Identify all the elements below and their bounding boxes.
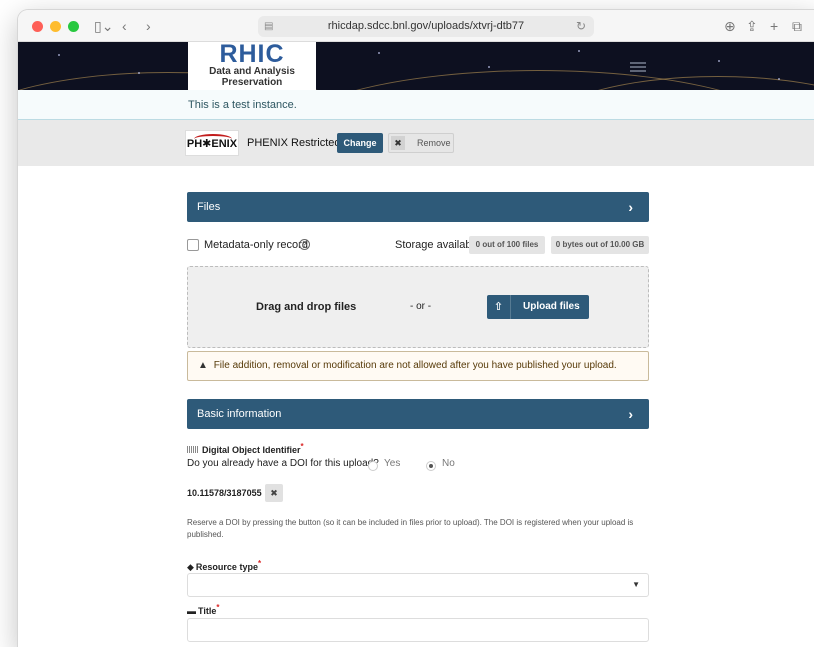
files-section-title: Files: [197, 201, 221, 213]
doi-question: Do you already have a DOI for this uploa…: [187, 458, 379, 469]
discard-doi-button[interactable]: ✖: [265, 484, 283, 502]
community-bar: PH✱ENIX PHENIX Restricted Change ✖ Remov…: [18, 120, 814, 166]
logo-subtitle-line1: Data and Analysis: [209, 66, 295, 77]
chevron-right-icon: ›: [628, 406, 633, 422]
site-settings-icon[interactable]: ▤: [264, 16, 273, 37]
help-icon[interactable]: ?: [299, 239, 310, 250]
share-icon[interactable]: ⇪: [746, 17, 758, 35]
minimize-window-button[interactable]: [50, 21, 61, 32]
address-bar[interactable]: ▤ rhicdap.sdcc.bnl.gov/uploads/xtvrj-dtb…: [258, 16, 594, 37]
test-instance-notice: This is a test instance.: [18, 90, 814, 120]
upload-icon: ⇧: [487, 295, 511, 319]
downloads-icon[interactable]: ⊕: [724, 17, 736, 35]
file-dropzone[interactable]: Drag and drop files - or - ⇧ Upload file…: [187, 266, 649, 348]
address-url: rhicdap.sdcc.bnl.gov/uploads/xtvrj-dtb77: [327, 20, 525, 32]
files-section-header[interactable]: Files ›: [187, 192, 649, 222]
remove-community-button[interactable]: ✖ Remove: [388, 133, 454, 153]
basic-info-section-header[interactable]: Basic information ›: [187, 399, 649, 429]
close-window-button[interactable]: [32, 21, 43, 32]
or-separator: - or -: [410, 301, 432, 312]
back-icon[interactable]: ‹: [122, 17, 127, 35]
title-label: ▬ Title*: [187, 603, 220, 616]
close-icon: ✖: [391, 136, 405, 150]
zoom-window-button[interactable]: [68, 21, 79, 32]
browser-window: ▯⌄ ‹ › ▤ rhicdap.sdcc.bnl.gov/uploads/xt…: [18, 10, 814, 647]
storage-available-label: Storage available: [395, 239, 481, 251]
tag-icon: ◆: [187, 562, 194, 572]
forward-icon[interactable]: ›: [146, 17, 151, 35]
resource-type-label: ◆ Resource type*: [187, 559, 262, 572]
required-indicator: *: [216, 603, 220, 612]
community-logo: PH✱ENIX: [185, 130, 239, 156]
metadata-only-label[interactable]: Metadata-only record: [204, 236, 308, 254]
doi-field-label: Digital Object Identifier*: [187, 442, 304, 455]
browser-toolbar: ▯⌄ ‹ › ▤ rhicdap.sdcc.bnl.gov/uploads/xt…: [18, 10, 814, 42]
resource-type-select[interactable]: ▼: [187, 573, 649, 597]
remove-label: Remove: [417, 138, 451, 148]
required-indicator: *: [257, 559, 262, 568]
file-warning-message: ▲ File addition, removal or modification…: [187, 351, 649, 381]
doi-help-text: Reserve a DOI by pressing the button (so…: [187, 518, 634, 539]
basic-info-section-title: Basic information: [197, 408, 282, 420]
book-icon: ▬: [187, 606, 196, 616]
metadata-row: Metadata-only record ? Storage available…: [187, 236, 649, 256]
doi-no-radio[interactable]: [426, 461, 436, 471]
logo-title: RHIC: [219, 40, 285, 68]
sidebar-toggle-icon[interactable]: ▯⌄: [94, 17, 113, 35]
doi-yes-label[interactable]: Yes: [384, 458, 400, 469]
drag-drop-text: Drag and drop files: [256, 301, 357, 313]
menu-icon[interactable]: [630, 62, 646, 72]
bytes-count-badge: 0 bytes out of 10.00 GB: [551, 236, 649, 254]
logo-subtitle-line2: Preservation: [221, 77, 283, 88]
warning-icon: ▲: [198, 360, 208, 371]
doi-yes-radio[interactable]: [368, 461, 378, 471]
warning-text: File addition, removal or modification a…: [213, 360, 617, 371]
reload-icon[interactable]: ↻: [576, 16, 586, 37]
required-indicator: *: [300, 442, 304, 451]
barcode-icon: [187, 446, 199, 453]
new-tab-icon[interactable]: +: [770, 17, 778, 35]
doi-no-label[interactable]: No: [442, 458, 455, 469]
doi-value: 10.11578/3187055: [187, 488, 262, 498]
chevron-right-icon: ›: [628, 199, 633, 215]
title-input[interactable]: [187, 618, 649, 642]
tab-overview-icon[interactable]: ⧉: [792, 17, 802, 35]
files-count-badge: 0 out of 100 files: [469, 236, 545, 254]
community-name: PHENIX Restricted: [247, 137, 341, 149]
site-banner: [18, 42, 814, 90]
change-community-button[interactable]: Change: [337, 133, 383, 153]
upload-files-button[interactable]: ⇧ Upload files: [487, 295, 589, 319]
dropdown-caret-icon: ▼: [632, 580, 640, 589]
site-logo[interactable]: RHIC Data and Analysis Preservation: [188, 42, 316, 90]
metadata-only-checkbox[interactable]: [187, 239, 199, 251]
upload-label: Upload files: [523, 301, 580, 312]
